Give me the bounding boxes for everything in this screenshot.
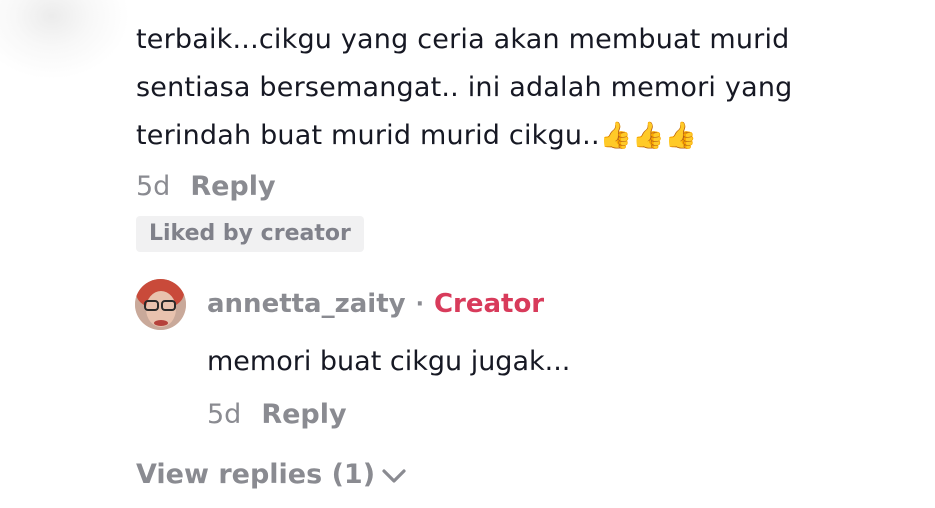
avatar-image: [135, 279, 186, 330]
user-avatar[interactable]: [135, 279, 186, 330]
comment-line: sentiasa bersemangat.. ini adalah memori…: [136, 72, 793, 103]
comment-meta: 5d Reply: [136, 166, 276, 206]
chevron-down-icon: [382, 469, 406, 483]
reply-username[interactable]: annetta_zaity: [207, 289, 406, 319]
separator-dot: ·: [415, 291, 424, 317]
comment-line: terbaik...cikgu yang ceria akan membuat …: [136, 24, 790, 55]
reply-header: annetta_zaity · Creator: [207, 284, 544, 324]
comment-reply-button[interactable]: Reply: [190, 171, 275, 202]
liked-by-creator-badge: Liked by creator: [136, 216, 364, 252]
view-replies-label: View replies (1): [136, 458, 376, 490]
comment-line-text: terindah buat murid murid cikgu..: [136, 120, 600, 151]
comment-body: terbaik...cikgu yang ceria akan membuat …: [136, 16, 896, 160]
comment-timestamp: 5d: [136, 170, 171, 202]
reply-timestamp: 5d: [207, 398, 242, 430]
creator-label: Creator: [433, 289, 545, 319]
view-replies-button[interactable]: View replies (1): [136, 453, 407, 495]
background-smudge: [0, 0, 130, 80]
comment-line: terindah buat murid murid cikgu..👍👍👍: [136, 112, 896, 160]
reply-reply-button[interactable]: Reply: [261, 399, 346, 430]
reply-meta: 5d Reply: [207, 394, 347, 434]
reply-body: memori buat cikgu jugak...: [207, 346, 571, 377]
thumbs-up-emoji: 👍👍👍: [599, 121, 698, 151]
